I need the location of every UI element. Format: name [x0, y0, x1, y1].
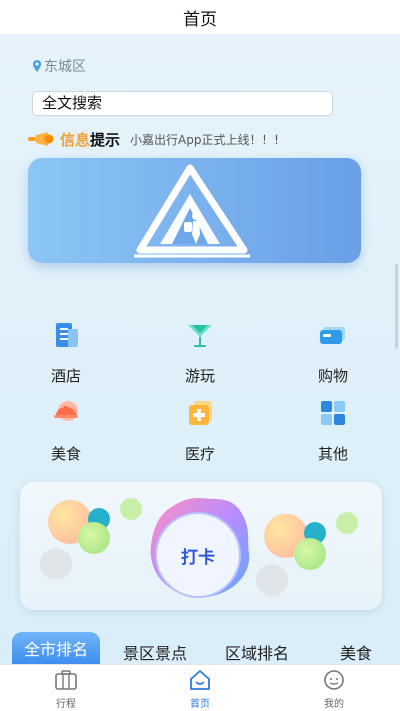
nav-label: 行程 — [56, 699, 76, 710]
shopping-card-icon — [320, 327, 345, 344]
profile-icon — [324, 670, 344, 690]
location-selector[interactable]: 东城区 — [32, 56, 86, 76]
checkin-button[interactable]: 打卡 — [155, 512, 241, 598]
notice-highlight: 信息 — [60, 130, 91, 149]
tab-city-ranking[interactable]: 全市排名 — [12, 632, 100, 664]
medical-icon — [189, 401, 212, 425]
category-label: 其他 — [317, 445, 348, 463]
nav-home[interactable]: 首页 — [170, 669, 230, 710]
home-icon — [190, 670, 210, 690]
nav-itinerary[interactable]: 行程 — [36, 669, 96, 710]
location-pin-icon — [33, 60, 41, 72]
banner[interactable] — [28, 158, 361, 263]
decor-ball — [294, 538, 326, 570]
scrollbar[interactable] — [395, 264, 398, 349]
page-title: 首页 — [183, 9, 217, 30]
search-input[interactable]: 全文搜索 — [32, 91, 333, 116]
category-label: 美食 — [50, 445, 81, 463]
category-label: 购物 — [317, 367, 348, 385]
top-bar: 首页 — [0, 0, 400, 34]
category-play[interactable]: 游玩 — [160, 319, 240, 386]
dish-icon — [54, 401, 78, 421]
grid-icon — [321, 401, 345, 425]
notice-bar[interactable]: 信息 提示 小嘉出行App正式上线！！！ — [28, 128, 285, 150]
hotel-icon — [56, 323, 78, 347]
location-text: 东城区 — [44, 59, 86, 75]
briefcase-icon — [55, 670, 77, 690]
category-hotel[interactable]: 酒店 — [26, 319, 106, 386]
category-label: 医疗 — [184, 445, 215, 463]
megaphone-icon — [28, 132, 54, 146]
tent-hiker-logo-icon — [134, 164, 250, 258]
notice-message: 小嘉出行App正式上线！！！ — [130, 132, 286, 147]
category-shopping[interactable]: 购物 — [293, 319, 373, 386]
decor-ball — [120, 498, 142, 520]
tab-food[interactable]: 美食 — [340, 640, 372, 664]
tab-area-ranking[interactable]: 区域排名 — [225, 640, 289, 664]
tab-scenic-spots[interactable]: 景区景点 — [123, 640, 187, 664]
category-label: 酒店 — [50, 367, 81, 385]
decor-ball — [256, 564, 288, 596]
decor-ball — [40, 548, 72, 580]
checkin-card: 打卡 — [20, 482, 382, 610]
decor-ball — [336, 512, 358, 534]
cocktail-icon — [188, 325, 212, 347]
category-medical[interactable]: 医疗 — [160, 397, 240, 464]
main-content: 东城区 全文搜索 信息 提示 小嘉出行App正式上线！！！ 酒店 游玩 购物 美… — [0, 34, 400, 664]
nav-label: 我的 — [324, 699, 344, 710]
category-other[interactable]: 其他 — [293, 397, 373, 464]
nav-profile[interactable]: 我的 — [304, 669, 364, 710]
decor-ball — [78, 522, 110, 554]
nav-label: 首页 — [190, 699, 210, 710]
notice-label: 提示 — [90, 130, 121, 149]
category-label: 游玩 — [184, 367, 215, 385]
bottom-nav: 行程 首页 我的 — [0, 664, 400, 711]
category-food[interactable]: 美食 — [26, 397, 106, 464]
ranking-tabs: 全市排名 景区景点 区域排名 美食 — [0, 632, 400, 664]
